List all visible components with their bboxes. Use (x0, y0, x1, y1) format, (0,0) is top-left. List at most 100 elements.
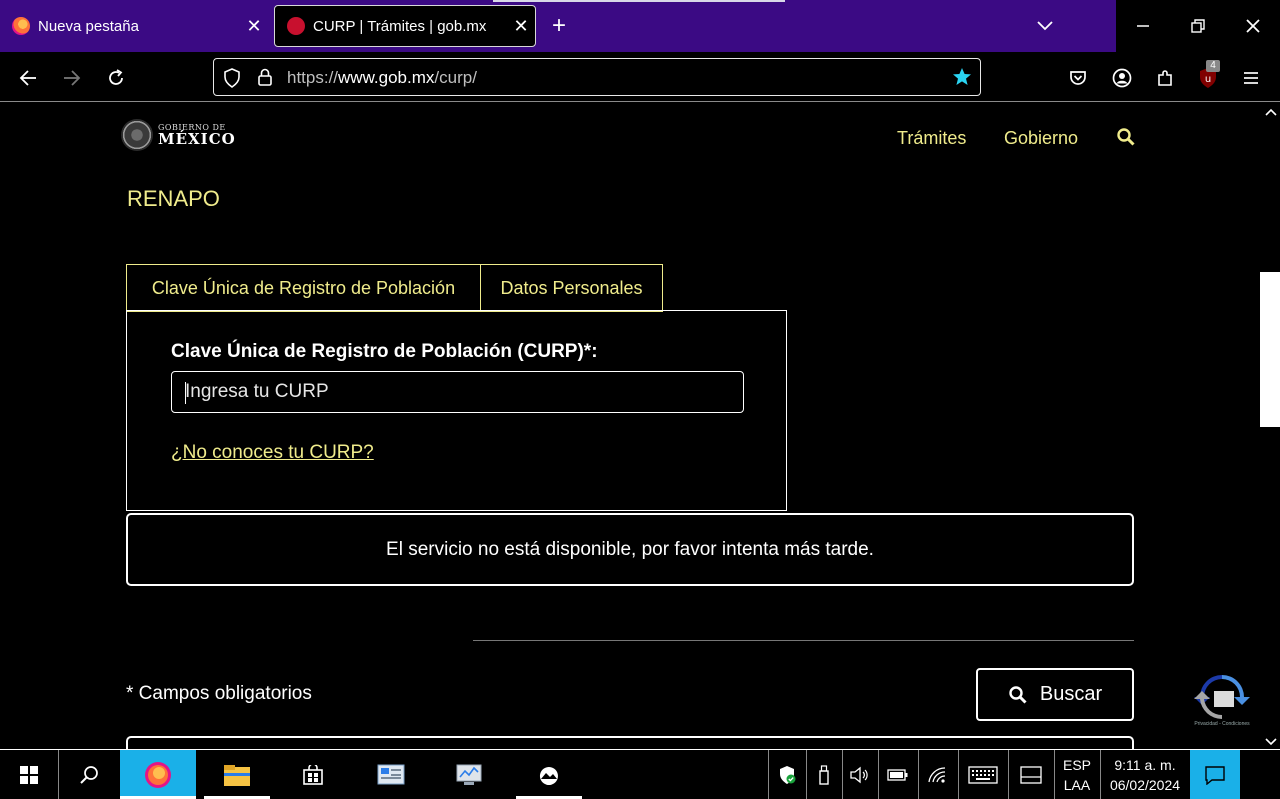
nav-tramites[interactable]: Trámites (897, 128, 966, 149)
tab-curp[interactable]: CURP | Trámites | gob.mx ✕ (274, 5, 536, 47)
extension-badge: 4 (1206, 60, 1220, 72)
tab-close-button[interactable]: ✕ (507, 16, 535, 37)
section-title: RENAPO (127, 186, 220, 211)
store-icon (303, 764, 323, 785)
photos-icon (539, 766, 558, 785)
gob-favicon-icon (287, 17, 305, 35)
browser-titlebar: Nueva pestaña ✕ CURP | Trámites | gob.mx… (0, 0, 1280, 52)
taskbar-separator (1054, 750, 1055, 799)
taskbar-separator (1100, 750, 1101, 799)
battery-icon[interactable] (880, 750, 916, 799)
forward-icon[interactable] (59, 65, 85, 91)
no-conoces-curp-link[interactable]: ¿No conoces tu CURP? (171, 442, 374, 464)
scroll-up-icon[interactable] (1262, 105, 1280, 119)
alert-text: El servicio no está disponible, por favo… (386, 538, 874, 560)
notification-icon (1205, 765, 1225, 785)
tablet-mode-icon[interactable] (1010, 750, 1052, 799)
action-center-button[interactable] (1190, 750, 1240, 799)
titlebar-highlight (493, 0, 785, 2)
url-protocol: https:// (287, 68, 339, 87)
start-button[interactable] (0, 750, 58, 799)
search-icon[interactable] (1116, 127, 1136, 152)
taskbar-separator (58, 750, 59, 799)
language-region: LAA (1063, 776, 1091, 793)
taskbar-separator (842, 750, 843, 799)
tab-nueva-pestana[interactable]: Nueva pestaña ✕ (0, 5, 268, 47)
language-indicator: ESP LAA (1063, 755, 1091, 795)
tab-label: Nueva pestaña (38, 17, 139, 35)
tab-label: CURP | Trámites | gob.mx (313, 17, 487, 35)
volume-icon[interactable] (844, 750, 874, 799)
windows-start-icon (20, 765, 38, 784)
usb-device-icon[interactable] (808, 750, 840, 799)
reload-icon[interactable] (103, 65, 129, 91)
svg-text:u: u (1205, 74, 1211, 85)
tab-curp-search[interactable]: Clave Única de Registro de Población (126, 264, 481, 312)
taskbar-store[interactable] (280, 750, 346, 799)
clock-date: 06/02/2024 (1109, 776, 1181, 793)
wifi-icon[interactable] (920, 750, 954, 799)
extensions-icon[interactable] (1152, 65, 1178, 91)
taskbar-separator (918, 750, 919, 799)
pocket-icon[interactable] (1065, 65, 1091, 91)
firefox-icon (12, 17, 30, 35)
bookmark-star-icon[interactable] (952, 67, 972, 92)
url-path: /curp/ (434, 68, 477, 87)
lock-icon[interactable] (257, 67, 273, 92)
taskbar-separator (958, 750, 959, 799)
browser-toolbar: https://www.gob.mx/curp/ u 4 (0, 52, 1280, 102)
account-icon[interactable] (1109, 65, 1135, 91)
nav-gobierno[interactable]: Gobierno (1004, 128, 1078, 149)
menu-icon[interactable] (1238, 65, 1264, 91)
curp-field-label: Clave Única de Registro de Población (CU… (171, 341, 598, 362)
clock-time: 9:11 a. m. (1114, 756, 1176, 773)
system-monitor-icon (456, 764, 482, 785)
restore-icon[interactable] (1183, 12, 1213, 40)
taskbar-firefox[interactable] (120, 750, 196, 799)
language-code: ESP (1062, 756, 1091, 773)
national-seal-icon (121, 119, 153, 151)
windows-security-icon[interactable] (770, 750, 804, 799)
logo-line2: MÉXICO (158, 129, 236, 148)
taskbar-control-panel[interactable] (358, 750, 424, 799)
clock-text: 9:11 a. m. 06/02/2024 (1110, 755, 1180, 795)
url-host: www.gob.mx (338, 68, 435, 87)
curp-input[interactable] (171, 371, 744, 413)
list-all-tabs-icon[interactable] (1034, 14, 1056, 36)
folder-icon (224, 764, 250, 786)
logo-text: GOBIERNO DE MÉXICO (158, 123, 236, 148)
tab-close-button[interactable]: ✕ (240, 16, 268, 37)
gobierno-mexico-logo[interactable]: GOBIERNO DE MÉXICO (121, 119, 236, 151)
url-text[interactable]: https://www.gob.mx/curp/ (287, 68, 477, 88)
taskbar-separator (878, 750, 879, 799)
control-panel-icon (377, 764, 405, 784)
divider (473, 640, 1134, 641)
recaptcha-text[interactable]: Privacidad - Condiciones (1190, 721, 1254, 727)
taskbar-separator (1008, 750, 1009, 799)
close-icon[interactable] (1238, 12, 1268, 40)
taskbar-photos[interactable] (516, 750, 582, 799)
taskbar-system-tool[interactable] (436, 750, 502, 799)
touch-keyboard-icon[interactable] (960, 750, 1006, 799)
search-icon (1009, 685, 1027, 704)
scroll-down-icon[interactable] (1262, 735, 1280, 749)
shield-icon[interactable] (223, 68, 241, 93)
taskbar-separator (806, 750, 807, 799)
tab-datos-personales[interactable]: Datos Personales (480, 264, 663, 312)
address-bar[interactable]: https://www.gob.mx/curp/ (213, 58, 981, 96)
service-unavailable-alert: El servicio no está disponible, por favo… (126, 513, 1134, 586)
text-caret (185, 382, 186, 404)
recaptcha-badge[interactable]: Privacidad - Condiciones (1190, 675, 1254, 731)
scrollbar-thumb[interactable] (1260, 272, 1280, 427)
buscar-button[interactable]: Buscar (976, 668, 1134, 721)
taskbar-separator (768, 750, 769, 799)
minimize-icon[interactable] (1128, 12, 1158, 40)
taskbar-file-explorer[interactable] (204, 750, 270, 799)
new-tab-button[interactable]: + (552, 14, 566, 38)
back-icon[interactable] (15, 65, 41, 91)
page-content: GOBIERNO DE MÉXICO Trámites Gobierno REN… (0, 103, 1262, 749)
input-language[interactable]: ESP LAA (1056, 750, 1098, 799)
search-icon (80, 765, 98, 784)
taskbar-search-button[interactable] (60, 750, 118, 799)
clock[interactable]: 9:11 a. m. 06/02/2024 (1102, 750, 1188, 799)
